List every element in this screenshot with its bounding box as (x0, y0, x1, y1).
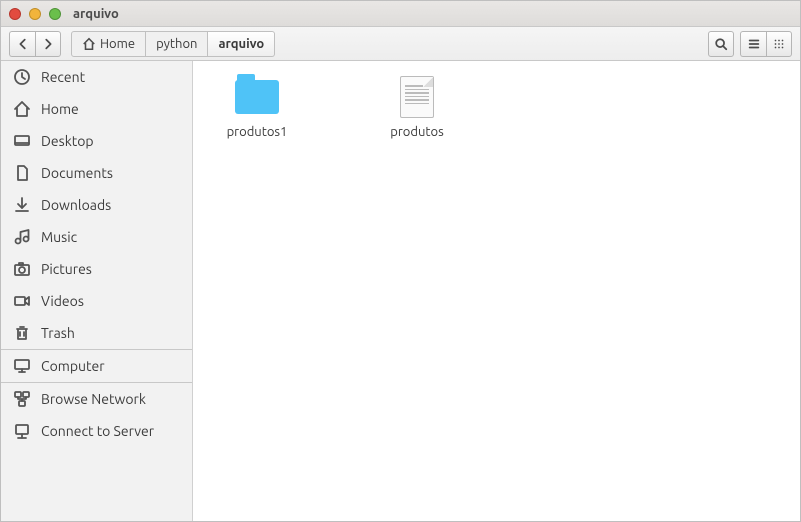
view-buttons (740, 31, 792, 57)
sidebar-item-videos[interactable]: Videos (1, 285, 192, 317)
sidebar-item-label: Recent (41, 69, 85, 85)
grid-icon (772, 37, 786, 51)
breadcrumb-label: arquivo (218, 37, 264, 51)
forward-button[interactable] (35, 31, 61, 57)
server-icon (13, 422, 31, 440)
sidebar-item-downloads[interactable]: Downloads (1, 189, 192, 221)
home-icon (82, 37, 96, 51)
sidebar-item-label: Browse Network (41, 391, 146, 407)
computer-icon (13, 357, 31, 375)
trash-icon (13, 324, 31, 342)
sidebar-item-label: Music (41, 229, 77, 245)
sidebar-item-label: Videos (41, 293, 84, 309)
search-button[interactable] (708, 31, 734, 57)
nav-buttons (9, 31, 61, 57)
titlebar: arquivo (1, 1, 800, 27)
sidebar-item-trash[interactable]: Trash (1, 317, 192, 349)
sidebar-item-label: Pictures (41, 261, 92, 277)
camera-icon (13, 260, 31, 278)
file-item-document[interactable]: produtos (367, 75, 467, 139)
close-window-button[interactable] (9, 8, 21, 20)
sidebar: Recent Home Desktop Documents Downloads … (1, 61, 193, 521)
sidebar-item-label: Home (41, 101, 79, 117)
breadcrumb-label: python (156, 37, 197, 51)
sidebar-item-label: Desktop (41, 133, 94, 149)
window-controls (9, 8, 61, 20)
desktop-icon (13, 132, 31, 150)
content-area[interactable]: produtos1 produtos (193, 61, 800, 521)
grid-view-button[interactable] (766, 31, 792, 57)
sidebar-item-label: Computer (41, 358, 105, 374)
list-view-button[interactable] (740, 31, 766, 57)
sidebar-item-label: Documents (41, 165, 113, 181)
home-icon (13, 100, 31, 118)
breadcrumb-python[interactable]: python (146, 31, 208, 57)
window-title: arquivo (73, 7, 119, 21)
breadcrumb-arquivo[interactable]: arquivo (208, 31, 275, 57)
file-item-folder[interactable]: produtos1 (207, 75, 307, 139)
document-icon (393, 75, 441, 119)
breadcrumb: Home python arquivo (71, 31, 275, 57)
back-button[interactable] (9, 31, 35, 57)
file-label: produtos1 (227, 125, 288, 139)
sidebar-item-connect-server[interactable]: Connect to Server (1, 415, 192, 447)
folder-icon (233, 75, 281, 119)
breadcrumb-label: Home (100, 37, 135, 51)
sidebar-item-desktop[interactable]: Desktop (1, 125, 192, 157)
maximize-window-button[interactable] (49, 8, 61, 20)
file-label: produtos (390, 125, 443, 139)
sidebar-item-music[interactable]: Music (1, 221, 192, 253)
sidebar-item-label: Trash (41, 325, 75, 341)
clock-icon (13, 68, 31, 86)
minimize-window-button[interactable] (29, 8, 41, 20)
sidebar-item-recent[interactable]: Recent (1, 61, 192, 93)
sidebar-item-label: Connect to Server (41, 423, 154, 439)
music-icon (13, 228, 31, 246)
sidebar-item-pictures[interactable]: Pictures (1, 253, 192, 285)
search-icon (714, 37, 728, 51)
network-icon (13, 390, 31, 408)
breadcrumb-home[interactable]: Home (71, 31, 146, 57)
list-icon (747, 37, 761, 51)
sidebar-item-computer[interactable]: Computer (1, 350, 192, 382)
download-icon (13, 196, 31, 214)
toolbar: Home python arquivo (1, 27, 800, 61)
sidebar-item-documents[interactable]: Documents (1, 157, 192, 189)
body: Recent Home Desktop Documents Downloads … (1, 61, 800, 521)
sidebar-item-home[interactable]: Home (1, 93, 192, 125)
document-icon (13, 164, 31, 182)
sidebar-item-label: Downloads (41, 197, 111, 213)
video-icon (13, 292, 31, 310)
sidebar-item-browse-network[interactable]: Browse Network (1, 383, 192, 415)
